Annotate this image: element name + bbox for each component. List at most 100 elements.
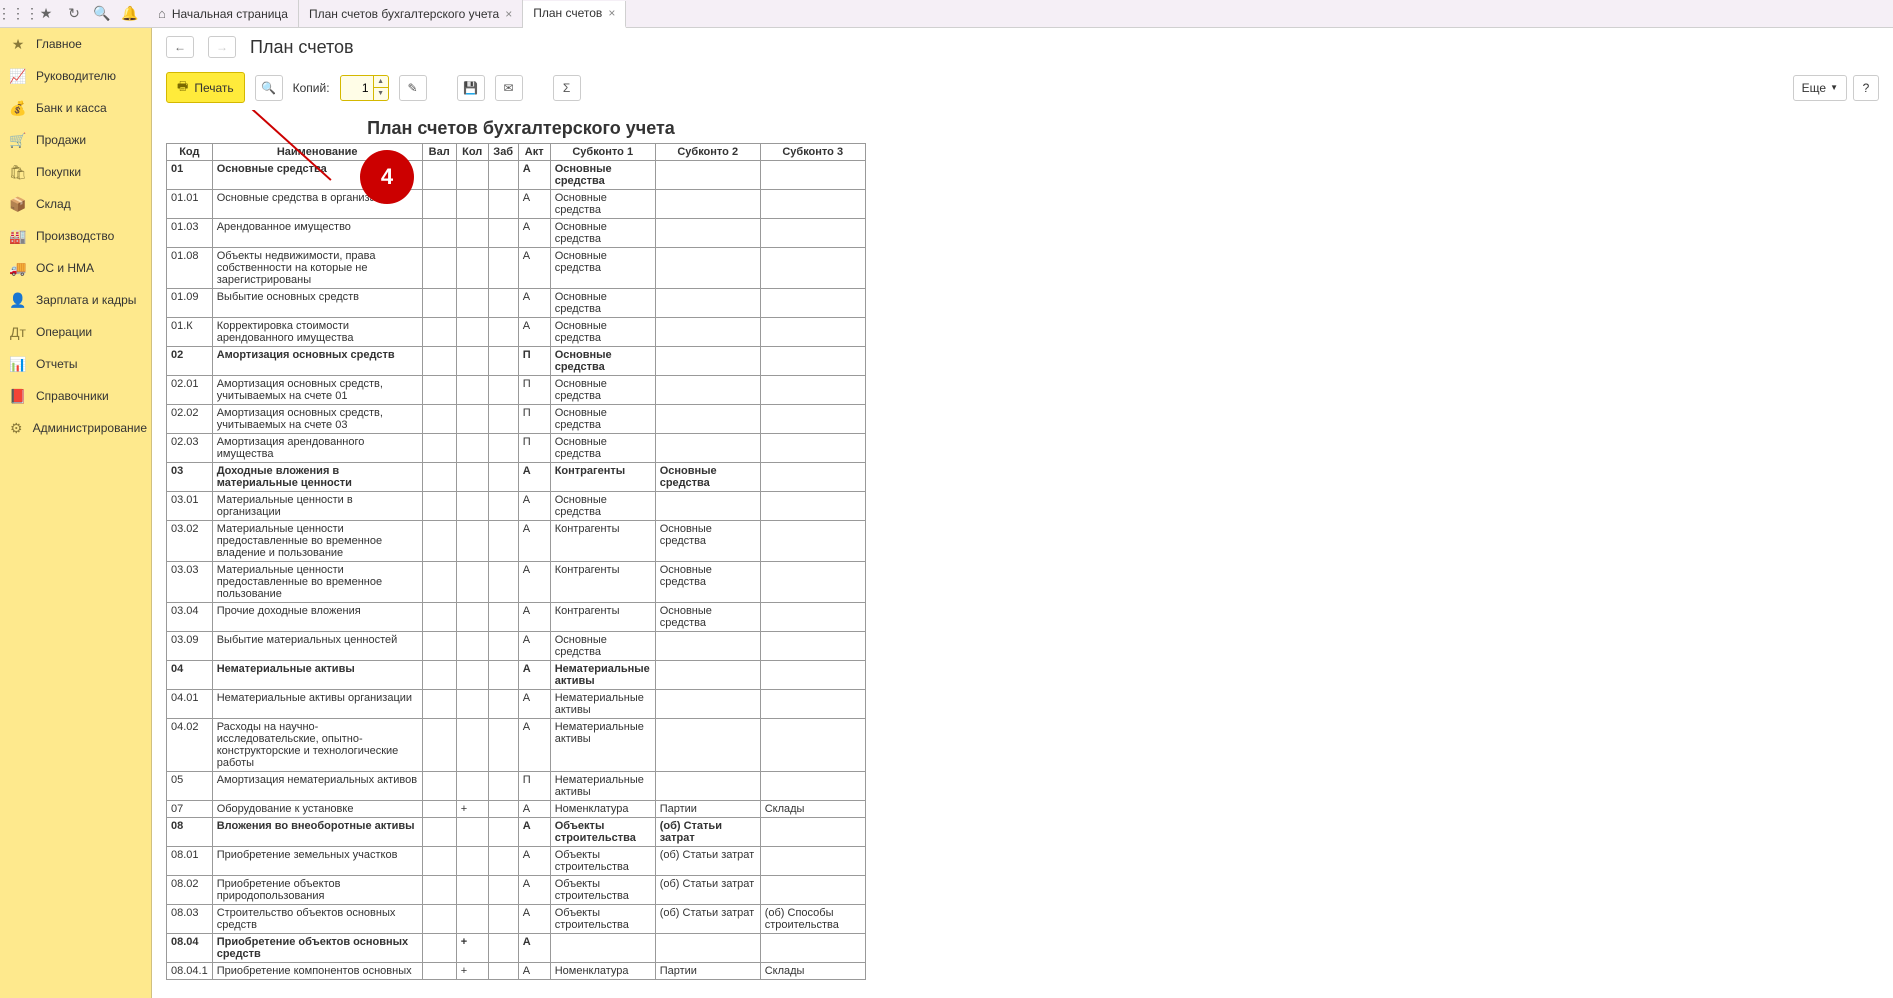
tab[interactable]: План счетов бухгалтерского учета× [299,0,523,27]
sidebar-item[interactable]: ДтОперации [0,316,151,348]
table-row[interactable]: 02.03Амортизация арендованного имущества… [167,434,866,463]
table-cell: Основные средства [655,603,760,632]
table-row[interactable]: 03Доходные вложения в материальные ценно… [167,463,866,492]
table-cell [422,772,456,801]
table-row[interactable]: 01Основные средстваАОсновные средства [167,161,866,190]
table-cell [422,405,456,434]
table-cell: 08 [167,818,213,847]
table-cell: Партии [655,963,760,980]
sidebar-item[interactable]: ⚙Администрирование [0,412,151,444]
table-row[interactable]: 02.02Амортизация основных средств, учиты… [167,405,866,434]
table-row[interactable]: 04.01Нематериальные активы организацииАН… [167,690,866,719]
table-cell: А [518,661,550,690]
table-row[interactable]: 01.08Объекты недвижимости, права собстве… [167,248,866,289]
table-cell [655,376,760,405]
table-row[interactable]: 03.04Прочие доходные вложенияАКонтрагент… [167,603,866,632]
table-cell [422,562,456,603]
table-row[interactable]: 08.02Приобретение объектов природопользо… [167,876,866,905]
table-row[interactable]: 02.01Амортизация основных средств, учиты… [167,376,866,405]
back-button[interactable]: ← [166,36,194,58]
table-row[interactable]: 08Вложения во внеоборотные активыАОбъект… [167,818,866,847]
search-icon[interactable]: 🔍 [88,0,116,28]
table-row[interactable]: 04Нематериальные активыАНематериальные а… [167,661,866,690]
table-cell: 01 [167,161,213,190]
copies-label: Копий: [293,81,330,95]
history-icon[interactable]: ↻ [60,0,88,28]
table-cell [655,690,760,719]
sum-button[interactable]: Σ [553,75,581,101]
sidebar-item[interactable]: 📕Справочники [0,380,151,412]
table-cell: 01.08 [167,248,213,289]
copies-input-wrap: ▲ ▼ [340,75,389,101]
sidebar-label: Администрирование [33,421,147,435]
table-cell: Основные средства [655,562,760,603]
sidebar-item[interactable]: 📊Отчеты [0,348,151,380]
sidebar-item[interactable]: 👤Зарплата и кадры [0,284,151,316]
sidebar-item[interactable]: ★Главное [0,28,151,60]
table-cell: Амортизация основных средств, учитываемы… [212,376,422,405]
close-icon[interactable]: × [608,6,615,20]
table-cell: Основные средства [550,632,655,661]
apps-icon[interactable]: ⋮⋮⋮ [4,0,32,28]
content[interactable]: План счетов бухгалтерского учета КодНаим… [152,110,1893,998]
table-cell: А [518,632,550,661]
table-row[interactable]: 03.09Выбытие материальных ценностейАОсно… [167,632,866,661]
sidebar-item[interactable]: 💰Банк и касса [0,92,151,124]
more-button[interactable]: Еще ▼ [1793,75,1847,101]
table-row[interactable]: 01.ККорректировка стоимости арендованног… [167,318,866,347]
table-row[interactable]: 02Амортизация основных средствПОсновные … [167,347,866,376]
table-cell [488,818,518,847]
copies-down[interactable]: ▼ [374,88,388,100]
preview-button[interactable]: 🔍 [255,75,283,101]
table-cell [422,463,456,492]
save-button[interactable]: 💾 [457,75,485,101]
table-row[interactable]: 05Амортизация нематериальных активовПНем… [167,772,866,801]
table-cell: Основные средства [550,289,655,318]
sidebar-item[interactable]: 🛍Покупки [0,156,151,188]
email-button[interactable]: ✉ [495,75,523,101]
sidebar-item[interactable]: 🏭Производство [0,220,151,252]
print-button[interactable]: 🖶 Печать [166,72,245,103]
table-row[interactable]: 08.04.1Приобретение компонентов основных… [167,963,866,980]
sidebar-label: Склад [36,197,71,211]
sidebar-item[interactable]: 🚚ОС и НМА [0,252,151,284]
table-cell: А [518,463,550,492]
table-cell: Объекты недвижимости, права собственност… [212,248,422,289]
help-button[interactable]: ? [1853,75,1879,101]
copies-up[interactable]: ▲ [374,76,388,88]
table-row[interactable]: 01.01Основные средства в организацииАОсн… [167,190,866,219]
close-icon[interactable]: × [505,7,512,21]
table-row[interactable]: 01.09Выбытие основных средствАОсновные с… [167,289,866,318]
table-cell [488,847,518,876]
table-cell [456,719,488,772]
bell-icon[interactable]: 🔔 [116,0,144,28]
sidebar-item[interactable]: 🛒Продажи [0,124,151,156]
copies-input[interactable] [341,81,373,95]
main: ← → План счетов 🖶 Печать 🔍 Копий: ▲ ▼ [152,28,1893,998]
table-row[interactable]: 07Оборудование к установке+АНоменклатура… [167,801,866,818]
table-row[interactable]: 04.02Расходы на научно-исследовательские… [167,719,866,772]
edit-button[interactable]: ✎ [399,75,427,101]
table-cell: 04.02 [167,719,213,772]
star-icon[interactable]: ★ [32,0,60,28]
table-cell [422,521,456,562]
table-cell: Нематериальные активы [550,661,655,690]
sidebar-label: Руководителю [36,69,116,83]
table-cell [456,905,488,934]
tab[interactable]: ⌂Начальная страница [148,0,299,27]
table-cell [488,318,518,347]
table-row[interactable]: 03.03Материальные ценности предоставленн… [167,562,866,603]
table-cell: (об) Статьи затрат [655,876,760,905]
table-header: Субконто 3 [760,144,865,161]
sidebar-item[interactable]: 📈Руководителю [0,60,151,92]
tab[interactable]: План счетов× [523,1,626,28]
table-row[interactable]: 08.03Строительство объектов основных сре… [167,905,866,934]
table-row[interactable]: 01.03Арендованное имуществоАОсновные сре… [167,219,866,248]
sidebar-item[interactable]: 📦Склад [0,188,151,220]
table-row[interactable]: 03.01Материальные ценности в организации… [167,492,866,521]
table-row[interactable]: 08.04Приобретение объектов основных сред… [167,934,866,963]
table-row[interactable]: 03.02Материальные ценности предоставленн… [167,521,866,562]
table-cell [488,905,518,934]
table-cell [456,463,488,492]
table-row[interactable]: 08.01Приобретение земельных участковАОбъ… [167,847,866,876]
